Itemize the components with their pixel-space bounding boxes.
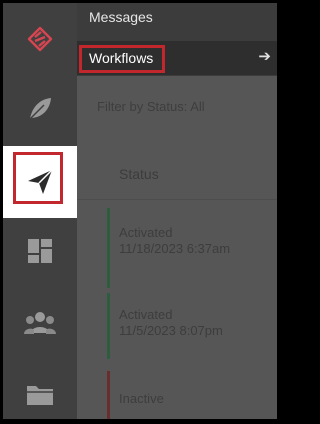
leaf-icon bbox=[26, 95, 54, 123]
row-status: Activated bbox=[119, 307, 173, 322]
status-bar bbox=[107, 208, 110, 288]
sidebar-item-home[interactable] bbox=[3, 3, 77, 75]
row-divider bbox=[77, 199, 277, 200]
status-column-header[interactable]: Status bbox=[119, 166, 159, 182]
dashboard-icon bbox=[26, 237, 54, 265]
arrow-right-icon: ➔ bbox=[258, 48, 271, 65]
logo-icon bbox=[27, 26, 53, 52]
menu-item-messages[interactable]: Messages bbox=[89, 9, 277, 25]
status-bar bbox=[107, 293, 110, 359]
filter-status-label[interactable]: Filter by Status: All bbox=[97, 99, 205, 114]
icon-sidebar bbox=[3, 3, 77, 419]
sidebar-item-users[interactable] bbox=[3, 287, 77, 359]
menu-item-workflows[interactable]: Workflows ➔ bbox=[77, 41, 277, 75]
active-highlight bbox=[13, 152, 63, 204]
row-date: 11/18/2023 6:37am bbox=[119, 241, 231, 256]
row-status: Activated bbox=[119, 225, 173, 240]
app-frame: Filter by Status: All Status Activated 1… bbox=[3, 3, 277, 419]
users-icon bbox=[24, 309, 56, 337]
sidebar-item-dashboard[interactable] bbox=[3, 215, 77, 287]
sidebar-item-messaging[interactable] bbox=[3, 146, 77, 218]
row-date: 11/5/2023 8:07pm bbox=[119, 323, 223, 338]
row-status: Inactive bbox=[119, 391, 164, 406]
sidebar-item-leaf[interactable] bbox=[3, 73, 77, 145]
folder-icon bbox=[25, 382, 55, 408]
messaging-flyout-menu: Messages Workflows ➔ bbox=[77, 3, 277, 76]
status-bar bbox=[107, 371, 110, 419]
sidebar-item-files[interactable] bbox=[3, 359, 77, 419]
workflows-label: Workflows bbox=[89, 50, 154, 66]
